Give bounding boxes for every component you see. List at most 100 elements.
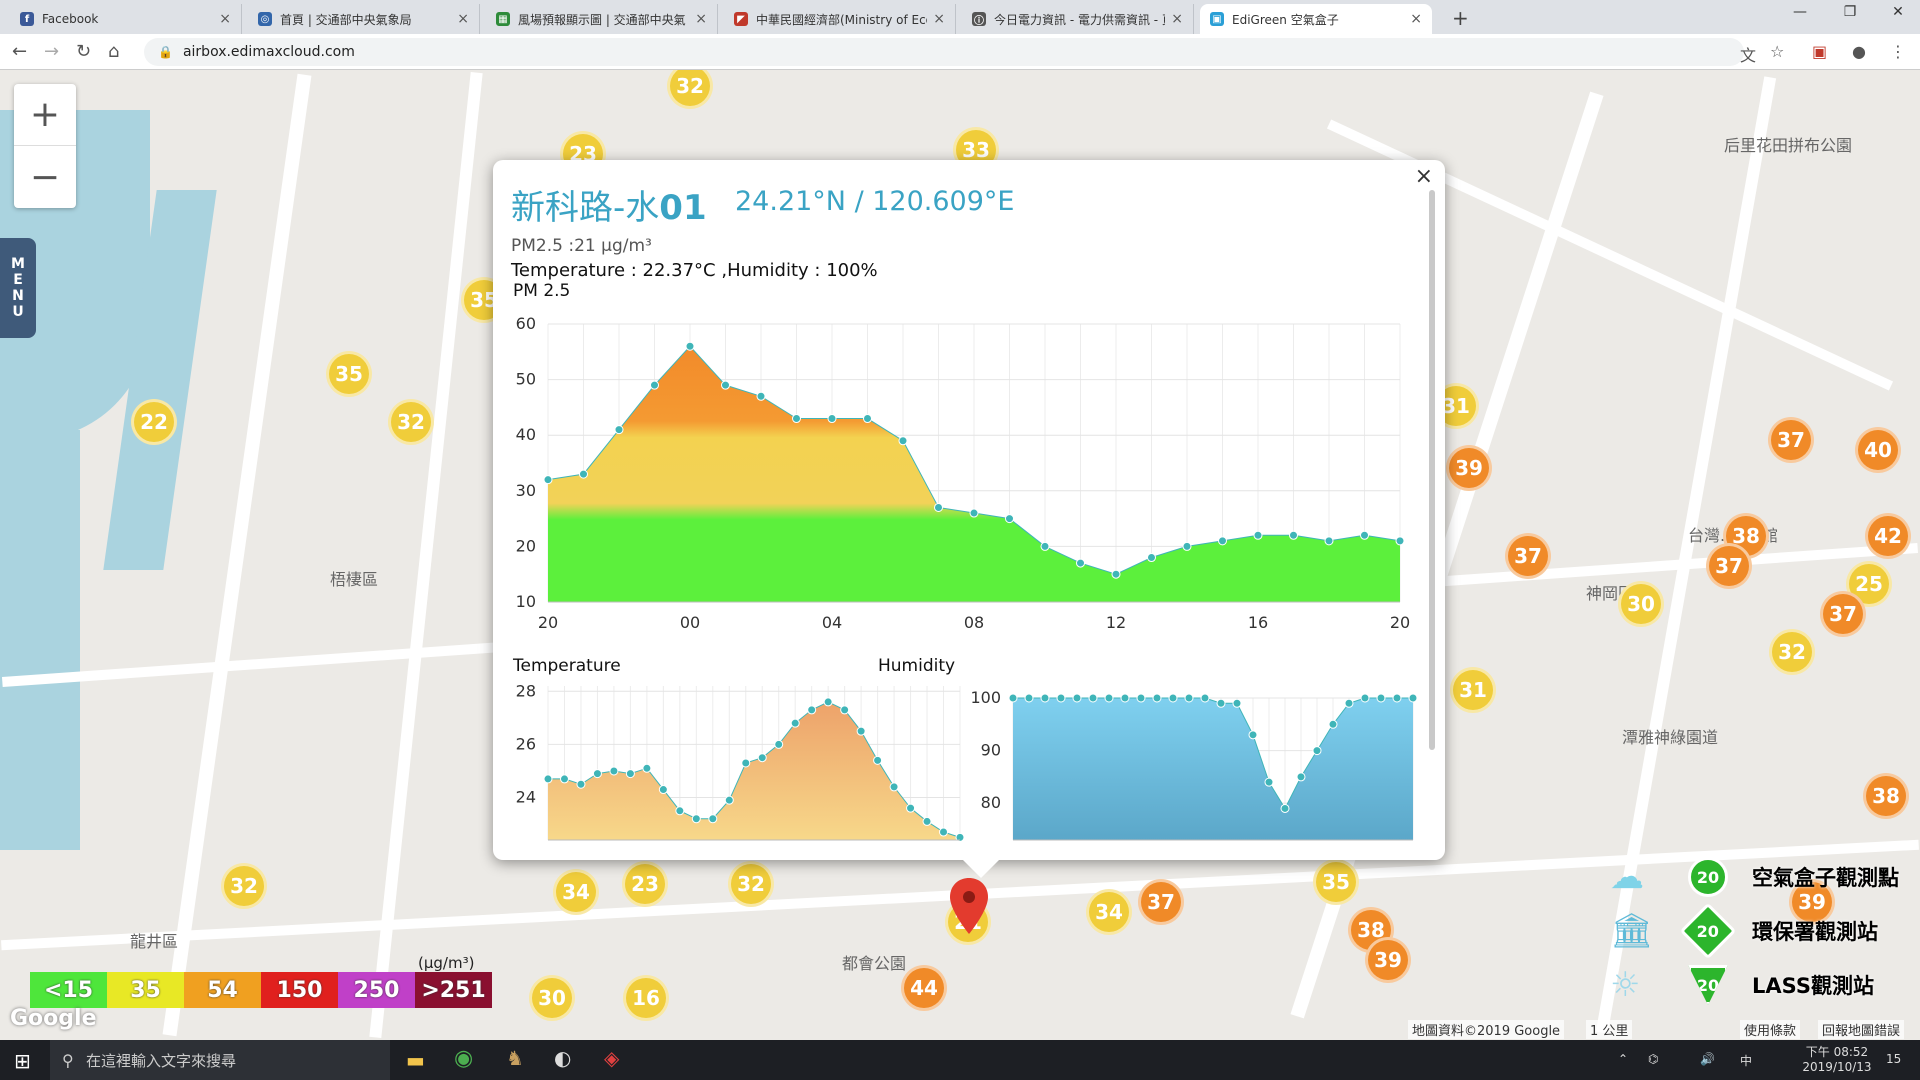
data-point[interactable] bbox=[559, 774, 569, 784]
extension-icon[interactable]: ▣ bbox=[1812, 42, 1827, 61]
data-point[interactable] bbox=[898, 436, 908, 446]
data-point[interactable] bbox=[863, 414, 872, 424]
data-point[interactable] bbox=[576, 779, 586, 789]
browser-tab[interactable]: ◎ 首頁 | 交通部中央氣象局 × bbox=[248, 4, 480, 34]
data-point[interactable] bbox=[1182, 541, 1192, 551]
data-point[interactable] bbox=[1360, 693, 1370, 703]
data-point[interactable] bbox=[1218, 536, 1227, 546]
zoom-in-button[interactable]: + bbox=[14, 84, 76, 146]
data-point[interactable] bbox=[792, 414, 801, 424]
data-point[interactable] bbox=[1253, 530, 1263, 540]
app-icon[interactable]: ◈ bbox=[604, 1046, 619, 1070]
tab-close-icon[interactable]: × bbox=[219, 11, 231, 27]
clock[interactable]: 下午 08:52 2019/10/13 bbox=[1792, 1043, 1882, 1074]
data-point[interactable] bbox=[691, 814, 701, 824]
data-point[interactable] bbox=[721, 380, 730, 390]
browser-tab[interactable]: ◤ 中華民國經濟部(Ministry of Eco × bbox=[724, 4, 956, 34]
tab-close-icon[interactable]: × bbox=[695, 11, 707, 27]
windows-start-icon[interactable]: ⊞ bbox=[14, 1049, 31, 1073]
taskbar-search[interactable]: ⚲ 在這裡輸入文字來搜尋 bbox=[50, 1040, 390, 1080]
home-icon[interactable]: ⌂ bbox=[108, 41, 119, 62]
data-point[interactable] bbox=[1344, 698, 1354, 708]
tray-chevron-icon[interactable]: ⌃ bbox=[1618, 1052, 1628, 1066]
tab-close-icon[interactable]: × bbox=[933, 11, 945, 27]
data-point[interactable] bbox=[675, 806, 685, 816]
data-point[interactable] bbox=[1376, 693, 1386, 703]
airbox-marker[interactable]: 39 bbox=[1446, 445, 1492, 491]
data-point[interactable] bbox=[757, 753, 767, 763]
report-link[interactable]: 回報地圖錯誤 bbox=[1818, 1020, 1905, 1039]
data-point[interactable] bbox=[1280, 803, 1290, 813]
data-point[interactable] bbox=[658, 785, 668, 795]
airbox-marker[interactable]: 35 bbox=[326, 351, 372, 397]
app-icon[interactable]: ◐ bbox=[554, 1046, 571, 1070]
data-point[interactable] bbox=[724, 795, 734, 805]
airbox-marker[interactable]: 22 bbox=[131, 399, 177, 445]
browser-tab[interactable]: f Facebook × bbox=[10, 4, 242, 34]
data-point[interactable] bbox=[939, 827, 949, 837]
airbox-marker[interactable]: 37 bbox=[1706, 543, 1752, 589]
airbox-marker[interactable]: 30 bbox=[529, 975, 575, 1021]
data-point[interactable] bbox=[1056, 693, 1066, 703]
data-point[interactable] bbox=[922, 816, 932, 826]
zoom-out-button[interactable]: − bbox=[14, 146, 76, 208]
data-point[interactable] bbox=[592, 769, 602, 779]
selected-location-pin-icon[interactable] bbox=[950, 878, 988, 934]
data-point[interactable] bbox=[1024, 693, 1034, 703]
data-point[interactable] bbox=[685, 341, 695, 351]
data-point[interactable] bbox=[1008, 693, 1018, 703]
data-point[interactable] bbox=[1072, 693, 1082, 703]
data-point[interactable] bbox=[840, 705, 850, 715]
data-point[interactable] bbox=[1040, 693, 1050, 703]
data-point[interactable] bbox=[1296, 772, 1306, 782]
airbox-marker[interactable]: 23 bbox=[622, 861, 668, 907]
terms-link[interactable]: 使用條款 bbox=[1740, 1020, 1801, 1039]
data-point[interactable] bbox=[1005, 514, 1014, 524]
data-point[interactable] bbox=[1120, 693, 1130, 703]
menu-button[interactable]: M E N U bbox=[0, 238, 36, 338]
data-point[interactable] bbox=[906, 803, 916, 813]
airbox-marker[interactable]: 37 bbox=[1820, 591, 1866, 637]
notification-count[interactable]: 15 bbox=[1886, 1052, 1901, 1066]
tab-close-icon[interactable]: × bbox=[1171, 11, 1183, 27]
data-point[interactable] bbox=[873, 755, 883, 765]
data-point[interactable] bbox=[1136, 693, 1146, 703]
data-point[interactable] bbox=[969, 508, 979, 518]
airbox-marker[interactable]: 30 bbox=[1618, 581, 1664, 627]
browser-tab[interactable]: ▦ 風場預報顯示圖 | 交通部中央氣 × bbox=[486, 4, 718, 34]
airbox-marker[interactable]: 37 bbox=[1505, 533, 1551, 579]
data-point[interactable] bbox=[642, 763, 652, 773]
tab-close-icon[interactable]: × bbox=[457, 11, 469, 27]
data-point[interactable] bbox=[1088, 693, 1098, 703]
airbox-marker[interactable]: 16 bbox=[623, 975, 669, 1021]
browser-tab[interactable]: ⓘ 今日電力資訊 - 電力供需資訊 - 頁 × bbox=[962, 4, 1194, 34]
data-point[interactable] bbox=[543, 774, 553, 784]
airbox-marker[interactable]: 35 bbox=[1313, 859, 1359, 905]
data-point[interactable] bbox=[1248, 730, 1258, 740]
airbox-marker[interactable]: 37 bbox=[1768, 417, 1814, 463]
airbox-marker[interactable]: 32 bbox=[728, 861, 774, 907]
data-point[interactable] bbox=[1216, 698, 1226, 708]
data-point[interactable] bbox=[934, 502, 943, 512]
bookmark-star-icon[interactable]: ☆ bbox=[1770, 42, 1784, 61]
new-tab-button[interactable]: + bbox=[1452, 6, 1469, 30]
airbox-marker[interactable]: 32 bbox=[221, 863, 267, 909]
data-point[interactable] bbox=[1328, 719, 1338, 729]
airbox-marker[interactable]: 40 bbox=[1855, 427, 1901, 473]
data-point[interactable] bbox=[774, 739, 784, 749]
data-point[interactable] bbox=[889, 782, 899, 792]
data-point[interactable] bbox=[1184, 693, 1194, 703]
data-point[interactable] bbox=[1076, 558, 1085, 568]
data-point[interactable] bbox=[1168, 693, 1178, 703]
translate-icon[interactable]: 文 bbox=[1740, 42, 1756, 66]
airbox-marker[interactable]: 37 bbox=[1138, 879, 1184, 925]
browser-tab[interactable]: ▣ EdiGreen 空氣盒子 × bbox=[1200, 4, 1432, 34]
data-point[interactable] bbox=[543, 475, 553, 485]
data-point[interactable] bbox=[827, 414, 837, 424]
data-point[interactable] bbox=[756, 391, 766, 401]
data-point[interactable] bbox=[708, 814, 718, 824]
data-point[interactable] bbox=[1408, 693, 1418, 703]
minimize-icon[interactable]: — bbox=[1780, 4, 1820, 20]
data-point[interactable] bbox=[1324, 536, 1334, 546]
airbox-marker[interactable]: 39 bbox=[1365, 937, 1411, 983]
